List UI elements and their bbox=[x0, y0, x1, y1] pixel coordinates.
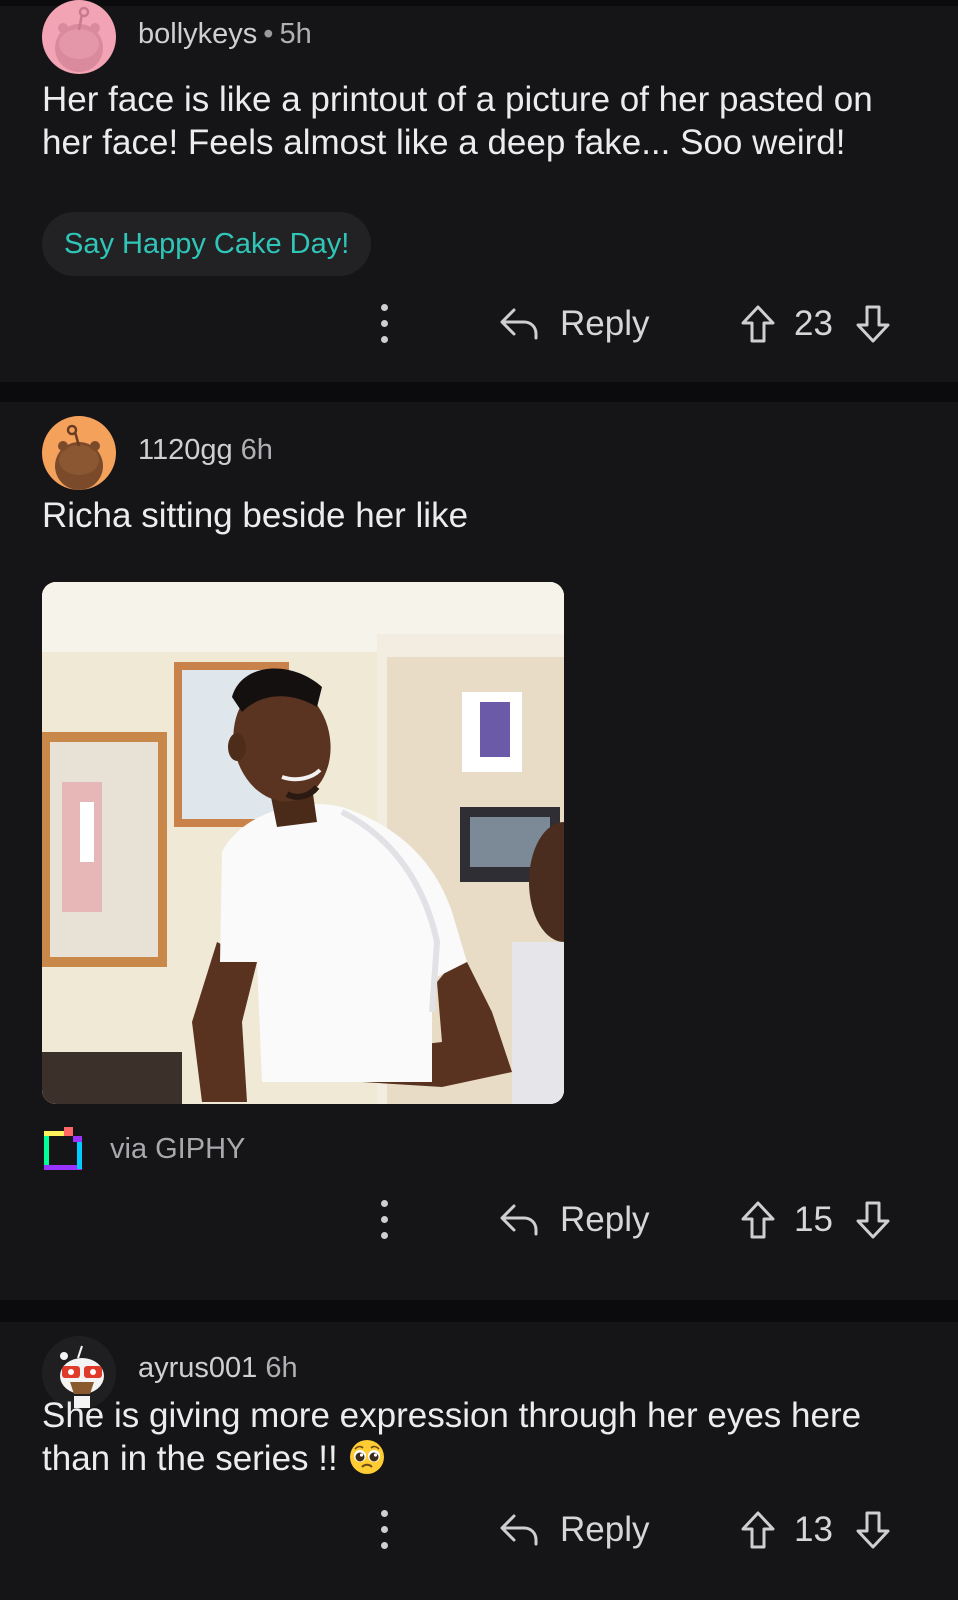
downvote-arrow-icon[interactable] bbox=[855, 1510, 891, 1550]
upvote-arrow-icon[interactable] bbox=[740, 1510, 776, 1550]
reply-label: Reply bbox=[560, 1510, 650, 1549]
more-options-icon[interactable] bbox=[372, 302, 396, 346]
comment-2: 1120gg6h Richa sitting beside her like bbox=[0, 402, 958, 1300]
more-options-icon[interactable] bbox=[372, 1508, 396, 1552]
vote-count: 15 bbox=[794, 1200, 833, 1239]
username[interactable]: bollykeys bbox=[138, 18, 257, 50]
downvote-arrow-icon[interactable] bbox=[855, 1200, 891, 1240]
avatar[interactable] bbox=[42, 416, 116, 490]
say-happy-cake-day-button[interactable]: Say Happy Cake Day! bbox=[42, 212, 372, 276]
pleading-face-emoji-icon bbox=[349, 1440, 384, 1474]
timestamp: 6h bbox=[265, 1352, 298, 1384]
comment-text: Richa sitting beside her like bbox=[42, 496, 469, 535]
comment-actions: Reply 13 bbox=[0, 1500, 958, 1560]
giphy-logo-icon bbox=[44, 1127, 82, 1170]
upvote-arrow-icon[interactable] bbox=[740, 1200, 776, 1240]
vote-controls: 23 bbox=[740, 294, 891, 354]
reply-label: Reply bbox=[560, 304, 650, 343]
giphy-label: via GIPHY bbox=[110, 1132, 246, 1165]
more-options-icon[interactable] bbox=[372, 1198, 396, 1242]
gif-image[interactable] bbox=[42, 582, 564, 1104]
comment-actions: Reply 23 bbox=[0, 294, 958, 354]
comment-meta: bollykeys • 5h bbox=[138, 18, 312, 51]
vote-controls: 13 bbox=[740, 1500, 891, 1560]
comment-actions: Reply 15 bbox=[0, 1190, 958, 1250]
meta-separator: • bbox=[263, 18, 274, 50]
comment-text-content: She is giving more expression through he… bbox=[42, 1396, 862, 1478]
comment-feed: bollykeys • 5h Her face is like a printout… bbox=[0, 0, 958, 1600]
comment-3: ayrus001 6h She is giving more expression… bbox=[0, 1322, 958, 1600]
comment-meta: 1120gg 6h bbox=[138, 434, 273, 467]
vote-count: 13 bbox=[794, 1510, 833, 1549]
comment-meta: ayrus001 6h bbox=[138, 1352, 298, 1385]
reply-button[interactable]: Reply bbox=[498, 1500, 649, 1560]
comment-text: Her face is like a printout of a picture… bbox=[42, 80, 873, 162]
reply-button[interactable]: Reply bbox=[498, 1190, 649, 1250]
reply-button[interactable]: Reply bbox=[498, 294, 649, 354]
reply-arrow-icon bbox=[500, 1514, 538, 1546]
snoo-avatar-icon bbox=[42, 0, 116, 74]
username[interactable]: 1120gg bbox=[138, 434, 233, 466]
username[interactable]: ayrus001 bbox=[138, 1352, 257, 1384]
gif-illustration bbox=[42, 582, 564, 1104]
comment-text: She is giving more expression through he… bbox=[42, 1394, 922, 1480]
downvote-arrow-icon[interactable] bbox=[855, 304, 891, 344]
vote-controls: 15 bbox=[740, 1190, 891, 1250]
reply-arrow-icon bbox=[500, 1204, 538, 1236]
reply-label: Reply bbox=[560, 1200, 650, 1239]
snoo-avatar-icon bbox=[42, 416, 116, 490]
timestamp: 6h bbox=[240, 434, 273, 466]
timestamp: 5h bbox=[279, 18, 312, 50]
giphy-attribution[interactable]: via GIPHY bbox=[42, 1125, 245, 1173]
avatar[interactable] bbox=[42, 0, 116, 74]
upvote-arrow-icon[interactable] bbox=[740, 304, 776, 344]
reply-arrow-icon bbox=[500, 308, 538, 340]
comment-1: bollykeys • 5h Her face is like a printout… bbox=[0, 0, 958, 382]
vote-count: 23 bbox=[794, 304, 833, 343]
